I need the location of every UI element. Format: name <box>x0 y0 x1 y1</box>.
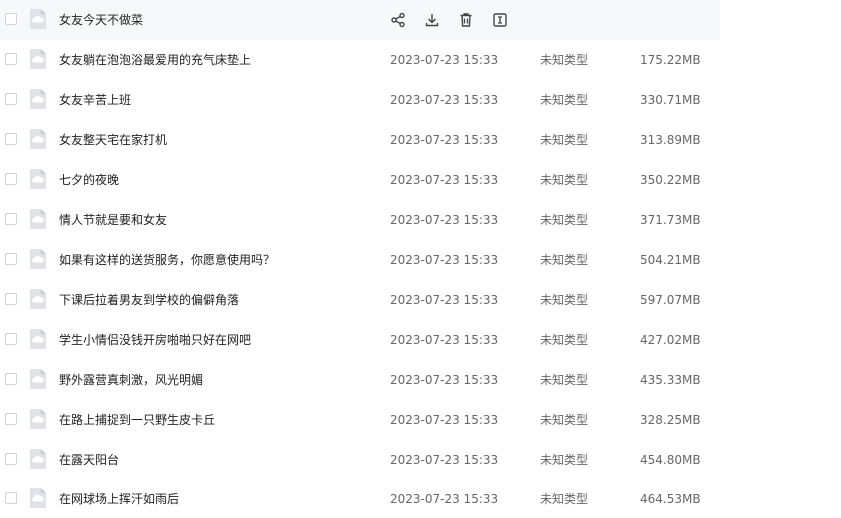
file-row[interactable]: 情人节就是要和女友 2023-07-23 15:33 未知类型 371.73MB <box>0 200 720 240</box>
file-type: 未知类型 <box>540 133 589 147</box>
cloud-file-icon <box>30 49 46 69</box>
file-type: 未知类型 <box>540 93 589 107</box>
file-name[interactable]: 在露天阳台 <box>59 440 119 480</box>
share-button[interactable] <box>388 10 408 30</box>
modified-date: 2023-07-23 15:33 <box>390 333 499 347</box>
file-size: 454.80MB <box>640 453 701 467</box>
file-row[interactable]: 下课后拉着男友到学校的偏僻角落 2023-07-23 15:33 未知类型 59… <box>0 280 720 320</box>
file-name[interactable]: 七夕的夜晚 <box>59 160 119 200</box>
modified-date: 2023-07-23 15:33 <box>390 373 499 387</box>
file-size: 504.21MB <box>640 253 701 267</box>
file-name[interactable]: 女友躺在泡泡浴最爱用的充气床垫上 <box>59 40 251 80</box>
file-row[interactable]: 在露天阳台 2023-07-23 15:33 未知类型 454.80MB <box>0 440 720 480</box>
cloud-file-icon <box>30 289 46 309</box>
row-checkbox[interactable] <box>5 453 17 465</box>
file-row[interactable]: 学生小情侣没钱开房啪啪只好在网吧 2023-07-23 15:33 未知类型 4… <box>0 320 720 360</box>
row-actions <box>388 10 510 30</box>
file-name[interactable]: 女友辛苦上班 <box>59 80 131 120</box>
file-type: 未知类型 <box>540 413 589 427</box>
row-checkbox[interactable] <box>5 413 17 425</box>
file-name[interactable]: 在路上捕捉到一只野生皮卡丘 <box>59 400 215 440</box>
file-size: 435.33MB <box>640 373 701 387</box>
modified-date: 2023-07-23 15:33 <box>390 413 499 427</box>
file-size: 350.22MB <box>640 173 701 187</box>
file-row[interactable]: 在网球场上挥汗如雨后 2023-07-23 15:33 未知类型 464.53M… <box>0 479 720 518</box>
download-icon <box>425 14 439 27</box>
file-type: 未知类型 <box>540 453 589 467</box>
file-size: 597.07MB <box>640 293 701 307</box>
row-checkbox[interactable] <box>5 333 17 345</box>
row-checkbox[interactable] <box>5 133 17 145</box>
file-type: 未知类型 <box>540 373 589 387</box>
file-type: 未知类型 <box>540 253 589 267</box>
file-name[interactable]: 在网球场上挥汗如雨后 <box>59 479 179 518</box>
file-name[interactable]: 情人节就是要和女友 <box>59 200 167 240</box>
cloud-file-icon <box>30 249 46 269</box>
cloud-file-icon <box>30 169 46 189</box>
file-row[interactable]: 女友今天不做菜 <box>0 0 720 40</box>
trash-icon <box>460 13 472 27</box>
cloud-file-icon <box>30 449 46 469</box>
modified-date: 2023-07-23 15:33 <box>390 93 499 107</box>
file-size: 328.25MB <box>640 413 701 427</box>
file-type: 未知类型 <box>540 213 589 227</box>
file-size: 427.02MB <box>640 333 701 347</box>
cloud-file-icon <box>30 9 46 29</box>
row-checkbox[interactable] <box>5 492 17 504</box>
file-size: 313.89MB <box>640 133 701 147</box>
row-checkbox[interactable] <box>5 253 17 265</box>
row-checkbox[interactable] <box>5 213 17 225</box>
file-type: 未知类型 <box>540 333 589 347</box>
file-name[interactable]: 学生小情侣没钱开房啪啪只好在网吧 <box>59 320 251 360</box>
file-size: 371.73MB <box>640 213 701 227</box>
rename-button[interactable] <box>490 10 510 30</box>
file-name[interactable]: 女友整天宅在家打机 <box>59 120 167 160</box>
file-size: 464.53MB <box>640 492 701 506</box>
file-size: 330.71MB <box>640 93 701 107</box>
rename-icon <box>493 13 507 27</box>
file-name[interactable]: 女友今天不做菜 <box>59 0 143 40</box>
file-name[interactable]: 如果有这样的送货服务，你愿意使用吗？ <box>59 240 275 280</box>
delete-button[interactable] <box>456 10 476 30</box>
row-checkbox[interactable] <box>5 13 17 25</box>
file-row[interactable]: 野外露营真刺激，风光明媚 2023-07-23 15:33 未知类型 435.3… <box>0 360 720 400</box>
modified-date: 2023-07-23 15:33 <box>390 293 499 307</box>
modified-date: 2023-07-23 15:33 <box>390 253 499 267</box>
modified-date: 2023-07-23 15:33 <box>390 133 499 147</box>
row-checkbox[interactable] <box>5 293 17 305</box>
cloud-file-icon <box>30 209 46 229</box>
file-type: 未知类型 <box>540 492 589 506</box>
file-row[interactable]: 女友整天宅在家打机 2023-07-23 15:33 未知类型 313.89MB <box>0 120 720 160</box>
modified-date: 2023-07-23 15:33 <box>390 173 499 187</box>
cloud-file-icon <box>30 129 46 149</box>
row-checkbox[interactable] <box>5 373 17 385</box>
file-name[interactable]: 野外露营真刺激，风光明媚 <box>59 360 203 400</box>
row-checkbox[interactable] <box>5 53 17 65</box>
file-row[interactable]: 七夕的夜晚 2023-07-23 15:33 未知类型 350.22MB <box>0 160 720 200</box>
file-type: 未知类型 <box>540 53 589 67</box>
row-checkbox[interactable] <box>5 173 17 185</box>
modified-date: 2023-07-23 15:33 <box>390 53 499 67</box>
file-row[interactable]: 女友辛苦上班 2023-07-23 15:33 未知类型 330.71MB <box>0 80 720 120</box>
cloud-file-icon <box>30 329 46 349</box>
cloud-file-icon <box>30 369 46 389</box>
modified-date: 2023-07-23 15:33 <box>390 453 499 467</box>
cloud-file-icon <box>30 89 46 109</box>
row-checkbox[interactable] <box>5 93 17 105</box>
cloud-file-icon <box>30 488 46 508</box>
file-type: 未知类型 <box>540 293 589 307</box>
file-type: 未知类型 <box>540 173 589 187</box>
file-list: 女友今天不做菜 女友躺在泡泡浴最爱用的充气床垫上 2023-07-23 15:3… <box>0 0 841 518</box>
download-button[interactable] <box>422 10 442 30</box>
file-size: 175.22MB <box>640 53 701 67</box>
file-row[interactable]: 如果有这样的送货服务，你愿意使用吗？ 2023-07-23 15:33 未知类型… <box>0 240 720 280</box>
file-row[interactable]: 女友躺在泡泡浴最爱用的充气床垫上 2023-07-23 15:33 未知类型 1… <box>0 40 720 80</box>
share-icon <box>391 12 405 28</box>
cloud-file-icon <box>30 409 46 429</box>
modified-date: 2023-07-23 15:33 <box>390 492 499 506</box>
file-row[interactable]: 在路上捕捉到一只野生皮卡丘 2023-07-23 15:33 未知类型 328.… <box>0 400 720 440</box>
file-name[interactable]: 下课后拉着男友到学校的偏僻角落 <box>59 280 239 320</box>
modified-date: 2023-07-23 15:33 <box>390 213 499 227</box>
